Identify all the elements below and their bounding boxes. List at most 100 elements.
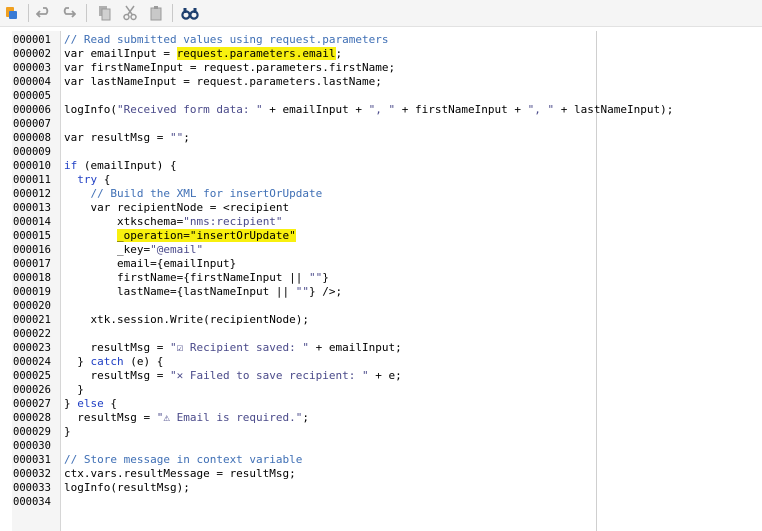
line-number: 000004 <box>13 76 51 88</box>
code-line[interactable]: 000010 if (emailInput) { <box>12 159 762 173</box>
code-line[interactable]: 000013 var recipientNode = <recipient <box>12 201 762 215</box>
code-line[interactable]: 000022 <box>12 327 762 341</box>
code-line[interactable]: 000002 var emailInput = request.parameter… <box>12 47 762 61</box>
code-line[interactable]: 000028 resultMsg = "⚠ Email is required.… <box>12 411 762 425</box>
code-line[interactable]: 000008 var resultMsg = ""; <box>12 131 762 145</box>
line-number: 000030 <box>13 440 51 452</box>
code-token: ", " <box>368 103 396 116</box>
code-text: var lastNameInput = request.parameters.l… <box>64 75 382 89</box>
code-token: { <box>103 397 117 410</box>
code-line[interactable]: 000005 <box>12 89 762 103</box>
code-line[interactable]: 000019 lastName={lastNameInput || ""} />… <box>12 285 762 299</box>
code-line[interactable]: 000015 _operation="insertOrUpdate" <box>12 229 762 243</box>
code-text: _operation="insertOrUpdate" <box>64 229 296 243</box>
code-token: (emailInput) { <box>77 159 177 172</box>
code-line[interactable]: 000004 var lastNameInput = request.parame… <box>12 75 762 89</box>
code-token: (e) { <box>123 355 164 368</box>
code-token: + e; <box>368 369 402 382</box>
code-text: var emailInput = request.parameters.emai… <box>64 47 342 61</box>
code-token: var lastNameInput = request.parameters.l… <box>64 75 382 88</box>
code-line[interactable]: 000031 // Store message in context variab… <box>12 453 762 467</box>
code-text: var recipientNode = <recipient <box>64 201 289 215</box>
code-token: var firstNameInput = request.parameters.… <box>64 61 396 74</box>
code-line[interactable]: 000029} <box>12 425 762 439</box>
code-token: "✕ Failed to save recipient: " <box>169 369 369 382</box>
code-token: var recipientNode = <recipient <box>64 201 290 214</box>
code-token: + lastNameInput); <box>554 103 674 116</box>
line-number: 000009 <box>13 146 51 158</box>
code-token: // Read submitted values using request.p… <box>64 33 389 46</box>
line-number: 000011 <box>13 174 51 186</box>
line-number: 000005 <box>13 90 51 102</box>
code-token: logInfo(resultMsg); <box>64 481 190 494</box>
code-token: ; <box>302 411 310 424</box>
code-line[interactable]: 000003 var firstNameInput = request.param… <box>12 61 762 75</box>
code-line[interactable]: 000018 firstName={firstNameInput || ""} <box>12 271 762 285</box>
code-text: logInfo("Received form data: " + emailIn… <box>64 103 673 117</box>
line-number: 000025 <box>13 370 51 382</box>
code-line[interactable]: 000030 <box>12 439 762 453</box>
line-number: 000014 <box>13 216 51 228</box>
code-line[interactable]: 000032 ctx.vars.resultMessage = resultMsg… <box>12 467 762 481</box>
highlighted-text: _operation="insertOrUpdate" <box>116 229 296 242</box>
code-token: } <box>64 397 78 410</box>
code-line[interactable]: 000016 _key="@email" <box>12 243 762 257</box>
code-line[interactable]: 000014 xtkschema="nms:recipient" <box>12 215 762 229</box>
find-icon[interactable] <box>180 3 200 23</box>
code-token: _key= <box>64 243 151 256</box>
code-line[interactable]: 000017 email={emailInput} <box>12 257 762 271</box>
code-token: email={emailInput} <box>64 257 237 270</box>
cut-icon[interactable] <box>120 3 140 23</box>
line-number: 000023 <box>13 342 51 354</box>
code-line[interactable]: 000027} else { <box>12 397 762 411</box>
code-token: } <box>64 425 71 438</box>
code-token: if <box>64 159 78 172</box>
code-token: ctx.vars.resultMessage = resultMsg; <box>64 467 296 480</box>
code-line[interactable]: 000026 } <box>12 383 762 397</box>
line-number: 000002 <box>13 48 51 60</box>
code-line[interactable]: 000024 } catch (e) { <box>12 355 762 369</box>
code-token: xtk.session.Write(recipientNode); <box>64 313 310 326</box>
code-line[interactable]: 000021 xtk.session.Write(recipientNode); <box>12 313 762 327</box>
line-number: 000010 <box>13 160 51 172</box>
line-number: 000019 <box>13 286 51 298</box>
code-text: resultMsg = "✕ Failed to save recipient:… <box>64 369 402 383</box>
code-text: } else { <box>64 397 117 411</box>
code-line[interactable]: 000025 resultMsg = "✕ Failed to save rec… <box>12 369 762 383</box>
line-number: 000013 <box>13 202 51 214</box>
code-line[interactable]: 000012 // Build the XML for insertOrUpda… <box>12 187 762 201</box>
code-token: catch <box>90 355 124 368</box>
redo-icon[interactable] <box>58 3 78 23</box>
code-token: } <box>64 383 84 396</box>
code-token: // Build the XML for insertOrUpdate <box>90 187 323 200</box>
code-line[interactable]: 000033 logInfo(resultMsg); <box>12 481 762 495</box>
line-number: 000015 <box>13 230 51 242</box>
code-token: } <box>322 271 329 284</box>
code-token: resultMsg = <box>64 369 170 382</box>
line-number: 000006 <box>13 104 51 116</box>
paste-icon[interactable] <box>146 3 166 23</box>
copy-icon[interactable] <box>94 3 114 23</box>
code-text: xtk.session.Write(recipientNode); <box>64 313 309 327</box>
code-text: // Read submitted values using request.p… <box>64 33 389 47</box>
code-line[interactable]: 000034 <box>12 495 762 509</box>
line-number: 000020 <box>13 300 51 312</box>
undo-icon[interactable] <box>34 3 54 23</box>
script-icon[interactable] <box>1 3 21 23</box>
code-line[interactable]: 000020 <box>12 299 762 313</box>
line-number: 000001 <box>13 34 51 46</box>
code-token: try <box>77 173 98 186</box>
code-line[interactable]: 000001 // Read submitted values using req… <box>12 33 762 47</box>
code-editor[interactable]: 000001 // Read submitted values using req… <box>12 31 762 531</box>
code-text: } <box>64 425 71 439</box>
code-line[interactable]: 000009 <box>12 145 762 159</box>
line-number: 000028 <box>13 412 51 424</box>
code-line[interactable]: 000011 try { <box>12 173 762 187</box>
code-line[interactable]: 000006 logInfo("Received form data: " + e… <box>12 103 762 117</box>
line-number: 000018 <box>13 272 51 284</box>
code-line[interactable]: 000023 resultMsg = "☑ Recipient saved: "… <box>12 341 762 355</box>
code-line[interactable]: 000007 <box>12 117 762 131</box>
